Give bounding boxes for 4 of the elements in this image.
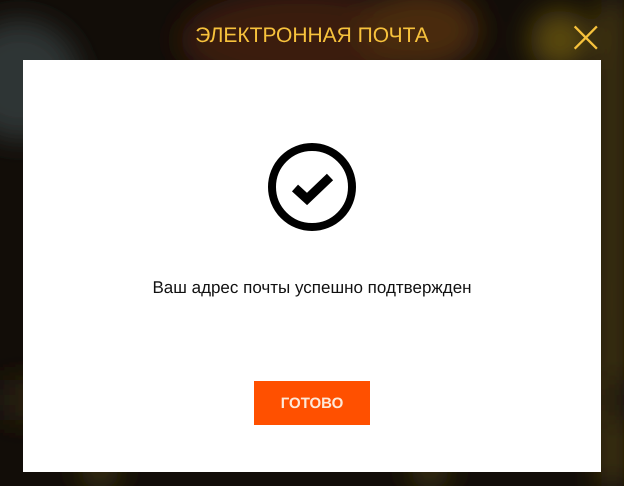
success-message: Ваш адрес почты успешно подтвержден [152,278,472,298]
check-circle-icon [267,142,357,232]
close-button[interactable]: × [562,16,609,56]
dialog-title: ЭЛЕКТРОННАЯ ПОЧТА [195,23,429,48]
